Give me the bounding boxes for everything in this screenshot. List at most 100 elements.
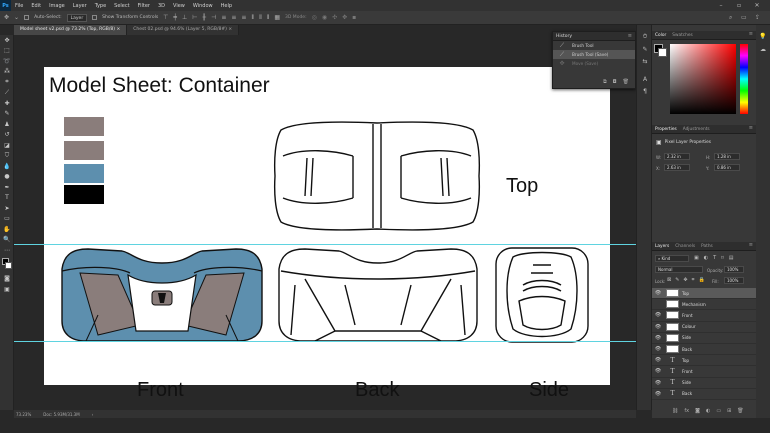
align-left-icon[interactable]: ⊢ bbox=[192, 14, 197, 21]
layer-style-icon[interactable]: fx bbox=[684, 408, 689, 414]
history-panel-icon[interactable]: ⏱ bbox=[637, 31, 653, 43]
menu-filter[interactable]: Filter bbox=[134, 3, 154, 9]
opacity-field[interactable]: 100% bbox=[724, 266, 744, 273]
document-canvas[interactable]: Model Sheet: Container Top Front Back Si… bbox=[44, 67, 610, 401]
panel-menu-icon[interactable]: ≡ bbox=[628, 33, 632, 39]
filter-adjustment-icon[interactable]: ◐ bbox=[704, 255, 708, 261]
workspace-icon[interactable]: ▭ bbox=[741, 14, 747, 21]
type-tool-icon[interactable]: T bbox=[0, 193, 14, 204]
lasso-tool-icon[interactable]: ➰ bbox=[0, 56, 14, 67]
close-tab-icon[interactable]: × bbox=[228, 27, 232, 32]
filter-type-icon[interactable]: T bbox=[713, 255, 716, 261]
tab-swatches[interactable]: Swatches bbox=[672, 33, 693, 38]
path-selection-tool-icon[interactable]: ➤ bbox=[0, 203, 14, 214]
snapshot-icon[interactable]: ◘ bbox=[613, 79, 617, 85]
distribute-left-icon[interactable]: ⦀ bbox=[251, 14, 254, 22]
pan-3d-icon[interactable]: ✣ bbox=[332, 14, 337, 21]
layer-row-text-back[interactable]: 👁 T Back bbox=[652, 389, 756, 400]
lock-artboard-icon[interactable]: ⌗ bbox=[692, 277, 695, 283]
paint-bucket-tool-icon[interactable]: ⛉ bbox=[0, 151, 14, 162]
zoom-level[interactable]: 73.23% bbox=[16, 412, 31, 417]
maximize-icon[interactable]: ▫ bbox=[732, 0, 746, 11]
marquee-tool-icon[interactable]: ⬚ bbox=[0, 46, 14, 57]
tab-paths[interactable]: Paths bbox=[701, 244, 713, 249]
learn-panel-icon[interactable]: 💡 bbox=[756, 33, 770, 40]
menu-help[interactable]: Help bbox=[217, 3, 236, 9]
color-swatches[interactable] bbox=[0, 256, 14, 274]
search-icon[interactable]: ⌕ bbox=[729, 14, 732, 22]
horizontal-guide[interactable] bbox=[14, 341, 636, 342]
brush-tool-icon[interactable]: ✎ bbox=[0, 109, 14, 120]
new-layer-icon[interactable]: ⊞ bbox=[727, 408, 731, 414]
canvas-area[interactable]: Model Sheet: Container Top Front Back Si… bbox=[14, 35, 636, 410]
healing-brush-tool-icon[interactable]: ✚ bbox=[0, 98, 14, 109]
layer-filter-kind[interactable]: ⌕ Kind bbox=[655, 255, 689, 262]
delete-icon[interactable]: 🗑 bbox=[623, 79, 629, 85]
distribute-middle-icon[interactable]: ≡ bbox=[231, 14, 236, 21]
distribute-center-icon[interactable]: ⦀ bbox=[259, 14, 262, 22]
tool-preset-chevron-icon[interactable]: ⌄ bbox=[14, 14, 19, 21]
layer-row-text-top[interactable]: 👁 T Top bbox=[652, 355, 756, 367]
visibility-eye-icon[interactable]: 👁 bbox=[654, 357, 662, 363]
tab-chest[interactable]: Chest 02.psd @ 94.6% (Layer 5, RGB/8#) × bbox=[127, 25, 240, 35]
tab-properties[interactable]: Properties bbox=[655, 127, 677, 132]
dodge-tool-icon[interactable]: ● bbox=[0, 172, 14, 183]
height-field[interactable]: 1.28 in bbox=[714, 153, 740, 160]
menu-image[interactable]: Image bbox=[45, 3, 69, 9]
distribute-top-icon[interactable]: ≡ bbox=[221, 14, 226, 21]
properties-strip-icon[interactable]: ⇆ bbox=[637, 55, 653, 67]
history-brush-tool-icon[interactable]: ↺ bbox=[0, 130, 14, 141]
layer-row-front[interactable]: 👁 Front bbox=[652, 310, 756, 322]
menu-edit[interactable]: Edit bbox=[27, 3, 45, 9]
visibility-eye-icon[interactable]: 👁 bbox=[654, 346, 662, 352]
status-menu-chevron-icon[interactable]: › bbox=[92, 412, 94, 417]
menu-file[interactable]: File bbox=[11, 3, 27, 9]
visibility-eye-icon[interactable]: 👁 bbox=[654, 335, 662, 341]
layer-row-text-front[interactable]: 👁 T Front bbox=[652, 366, 756, 378]
layer-row-colour[interactable]: 👁 Colour bbox=[652, 322, 756, 333]
blur-tool-icon[interactable]: 💧 bbox=[0, 161, 14, 172]
horizontal-guide[interactable] bbox=[14, 244, 636, 245]
history-item[interactable]: ✥ Move (Save) bbox=[553, 59, 635, 68]
edit-toolbar-icon[interactable]: ⋯ bbox=[0, 245, 14, 256]
slide-3d-icon[interactable]: ✥ bbox=[342, 14, 347, 21]
align-right-icon[interactable]: ⊣ bbox=[211, 14, 216, 21]
layer-row-mechanism[interactable]: Mechanism bbox=[652, 299, 756, 311]
move-tool-icon[interactable]: ✥ bbox=[4, 14, 9, 21]
panel-menu-icon[interactable]: ≡ bbox=[749, 31, 753, 37]
adjustment-layer-icon[interactable]: ◐ bbox=[706, 408, 710, 414]
orbit-3d-icon[interactable]: ◎ bbox=[312, 14, 317, 21]
y-field[interactable]: 0.86 in bbox=[714, 164, 740, 171]
menu-type[interactable]: Type bbox=[91, 3, 110, 9]
minimize-icon[interactable]: – bbox=[714, 0, 728, 11]
layer-row-side[interactable]: 👁 Side bbox=[652, 333, 756, 344]
hand-tool-icon[interactable]: ✋ bbox=[0, 224, 14, 235]
visibility-eye-icon[interactable]: 👁 bbox=[654, 391, 662, 397]
distribute-right-icon[interactable]: ⦀ bbox=[267, 14, 270, 22]
menu-3d[interactable]: 3D bbox=[154, 3, 169, 9]
lock-all-icon[interactable]: 🔒 bbox=[698, 277, 704, 283]
filter-shape-icon[interactable]: ⌑ bbox=[721, 255, 724, 261]
layer-row-top[interactable]: 👁 Top bbox=[652, 288, 756, 300]
color-picker-field[interactable] bbox=[670, 44, 736, 114]
layer-row-back[interactable]: 👁 Back bbox=[652, 344, 756, 356]
tab-layers[interactable]: Layers bbox=[655, 244, 669, 249]
align-middle-icon[interactable]: ╪ bbox=[173, 14, 177, 21]
zoom-tool-icon[interactable]: 🔍 bbox=[0, 235, 14, 246]
crop-tool-icon[interactable]: ⌗ bbox=[0, 77, 14, 88]
auto-align-icon[interactable]: ▦ bbox=[274, 14, 280, 21]
layer-row-text-side[interactable]: 👁 T Side bbox=[652, 378, 756, 389]
delete-layer-icon[interactable]: 🗑 bbox=[737, 408, 743, 414]
roll-3d-icon[interactable]: ◉ bbox=[322, 14, 327, 21]
width-field[interactable]: 2.32 in bbox=[664, 153, 690, 160]
filter-pixel-icon[interactable]: ▣ bbox=[694, 255, 699, 261]
menu-window[interactable]: Window bbox=[189, 3, 217, 9]
new-group-icon[interactable]: ▭ bbox=[716, 408, 721, 414]
filter-smart-object-icon[interactable]: ▤ bbox=[729, 255, 734, 261]
panel-menu-icon[interactable]: ≡ bbox=[749, 125, 753, 131]
menu-select[interactable]: Select bbox=[110, 3, 133, 9]
clone-stamp-tool-icon[interactable]: ♟ bbox=[0, 119, 14, 130]
pen-tool-icon[interactable]: ✒ bbox=[0, 182, 14, 193]
fill-field[interactable]: 100% bbox=[724, 277, 744, 284]
auto-select-checkbox[interactable] bbox=[24, 15, 30, 20]
